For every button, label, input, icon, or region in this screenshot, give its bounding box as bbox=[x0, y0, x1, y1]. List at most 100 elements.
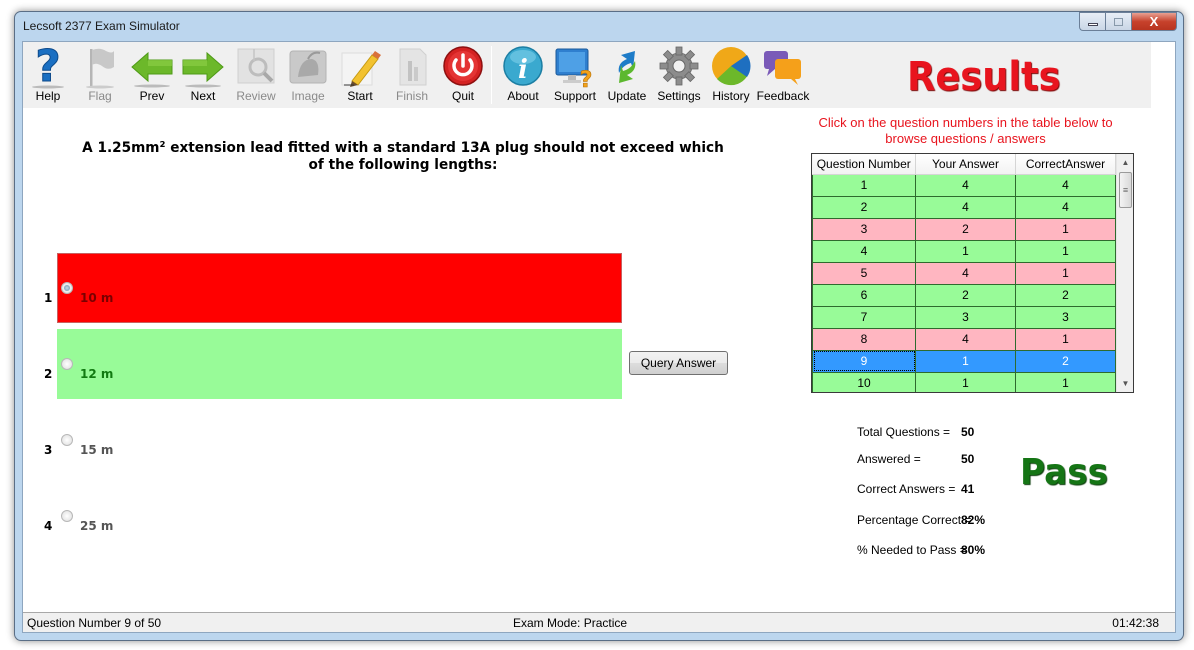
feedback-button[interactable]: Feedback bbox=[757, 45, 809, 105]
option-2-text[interactable]: 12 m bbox=[80, 367, 113, 381]
cell-correct-answer[interactable]: 3 bbox=[1015, 305, 1116, 329]
option-1-radio[interactable] bbox=[61, 282, 73, 294]
cell-question-number[interactable]: 2 bbox=[812, 195, 916, 219]
scroll-up-arrow-icon[interactable]: ▲ bbox=[1117, 154, 1133, 171]
table-row[interactable]: 321 bbox=[812, 217, 1116, 241]
option-2-highlight bbox=[57, 329, 622, 399]
option-3-radio[interactable] bbox=[61, 434, 73, 446]
results-table: Question Number Your Answer CorrectAnswe… bbox=[811, 153, 1134, 393]
stat-total-questions-value: 50 bbox=[961, 425, 975, 439]
quit-button[interactable]: Quit bbox=[438, 45, 488, 105]
prev-button[interactable]: Prev bbox=[127, 45, 177, 105]
cell-correct-answer[interactable]: 1 bbox=[1015, 217, 1116, 241]
next-label: Next bbox=[190, 89, 216, 103]
toolbar-separator bbox=[491, 46, 492, 104]
stat-needed-to-pass-label: % Needed to Pass = bbox=[857, 543, 967, 557]
option-3-number: 3 bbox=[44, 443, 53, 457]
cell-your-answer[interactable]: 1 bbox=[915, 349, 1016, 373]
cell-correct-answer[interactable]: 1 bbox=[1015, 327, 1116, 351]
cell-correct-answer[interactable]: 1 bbox=[1015, 261, 1116, 285]
cell-correct-answer[interactable]: 1 bbox=[1015, 239, 1116, 263]
cell-question-number[interactable]: 7 bbox=[812, 305, 916, 329]
flag-button[interactable]: Flag bbox=[75, 45, 125, 105]
image-button[interactable]: Image bbox=[283, 45, 333, 105]
close-button[interactable]: X bbox=[1131, 12, 1177, 31]
cell-your-answer[interactable]: 3 bbox=[915, 305, 1016, 329]
finish-button[interactable]: Finish bbox=[387, 45, 437, 105]
start-label: Start bbox=[347, 89, 373, 103]
start-pencil-icon bbox=[338, 45, 382, 89]
settings-button[interactable]: Settings bbox=[654, 45, 704, 105]
option-2-radio[interactable] bbox=[61, 358, 73, 370]
option-4-text[interactable]: 25 m bbox=[80, 519, 113, 533]
query-answer-button[interactable]: Query Answer bbox=[629, 351, 728, 375]
review-button[interactable]: Review bbox=[231, 45, 281, 105]
support-button[interactable]: ? Support bbox=[550, 45, 600, 105]
update-label: Update bbox=[607, 89, 647, 103]
cell-question-number[interactable]: 3 bbox=[812, 217, 916, 241]
scroll-thumb[interactable]: ≡ bbox=[1119, 172, 1132, 208]
cell-correct-answer[interactable]: 4 bbox=[1015, 195, 1116, 219]
cell-your-answer[interactable]: 2 bbox=[915, 283, 1016, 307]
table-row[interactable]: 10 1 1 bbox=[812, 371, 1116, 392]
cell-your-answer[interactable]: 4 bbox=[915, 261, 1016, 285]
column-header-correct-answer[interactable]: CorrectAnswer bbox=[1015, 154, 1116, 175]
svg-text:?: ? bbox=[35, 45, 61, 89]
cell-correct-answer[interactable]: 2 bbox=[1015, 283, 1116, 307]
option-1-text[interactable]: 10 m bbox=[80, 291, 113, 305]
cell-your-answer[interactable]: 1 bbox=[915, 371, 1016, 392]
update-button[interactable]: Update bbox=[602, 45, 652, 105]
about-button[interactable]: i About bbox=[498, 45, 548, 105]
status-bar: Question Number 9 of 50 Exam Mode: Pract… bbox=[23, 612, 1175, 632]
option-3-text[interactable]: 15 m bbox=[80, 443, 113, 457]
cell-your-answer[interactable]: 4 bbox=[915, 173, 1016, 197]
cell-correct-answer[interactable]: 2 bbox=[1015, 349, 1116, 373]
status-question-position: Question Number 9 of 50 bbox=[27, 616, 162, 630]
maximize-icon bbox=[1114, 17, 1123, 26]
minimize-button[interactable] bbox=[1079, 12, 1105, 31]
image-icon bbox=[286, 45, 330, 89]
cell-correct-answer[interactable]: 1 bbox=[1015, 371, 1116, 392]
cell-your-answer[interactable]: 2 bbox=[915, 217, 1016, 241]
results-heading: Results bbox=[907, 54, 1061, 100]
client-area: ? Help Flag Prev Next Review Image Start… bbox=[22, 41, 1176, 633]
cell-question-number[interactable]: 4 bbox=[812, 239, 916, 263]
cell-question-number[interactable]: 8 bbox=[812, 327, 916, 351]
cell-question-number[interactable]: 10 bbox=[812, 371, 916, 392]
window-controls: X bbox=[1079, 12, 1177, 31]
cell-your-answer[interactable]: 4 bbox=[915, 327, 1016, 351]
cell-your-answer[interactable]: 1 bbox=[915, 239, 1016, 263]
cell-question-number[interactable]: 6 bbox=[812, 283, 916, 307]
prev-label: Prev bbox=[139, 89, 165, 103]
history-button[interactable]: History bbox=[706, 45, 756, 105]
stat-percentage-correct-value: 82% bbox=[961, 513, 986, 527]
column-header-question-number[interactable]: Question Number bbox=[812, 154, 916, 175]
image-label: Image bbox=[291, 89, 325, 103]
review-label: Review bbox=[236, 89, 276, 103]
table-row[interactable]: 411 bbox=[812, 239, 1116, 263]
cell-question-number[interactable]: 5 bbox=[812, 261, 916, 285]
cell-question-number[interactable]: 1 bbox=[812, 173, 916, 197]
option-4-radio[interactable] bbox=[61, 510, 73, 522]
table-row[interactable]: 841 bbox=[812, 327, 1116, 351]
cell-your-answer[interactable]: 4 bbox=[915, 195, 1016, 219]
maximize-button[interactable] bbox=[1105, 12, 1131, 31]
table-row[interactable]: 912 bbox=[812, 349, 1116, 373]
table-row[interactable]: 541 bbox=[812, 261, 1116, 285]
help-button[interactable]: ? Help bbox=[23, 45, 73, 105]
cell-correct-answer[interactable]: 4 bbox=[1015, 173, 1116, 197]
title-bar[interactable]: Lecsoft 2377 Exam Simulator X bbox=[15, 12, 1183, 40]
next-button[interactable]: Next bbox=[178, 45, 228, 105]
table-row[interactable]: 144 bbox=[812, 173, 1116, 197]
start-button[interactable]: Start bbox=[335, 45, 385, 105]
table-row[interactable]: 733 bbox=[812, 305, 1116, 329]
column-header-your-answer[interactable]: Your Answer bbox=[915, 154, 1016, 175]
scroll-down-arrow-icon[interactable]: ▼ bbox=[1117, 375, 1133, 392]
table-row[interactable]: 244 bbox=[812, 195, 1116, 219]
support-monitor-icon: ? bbox=[553, 45, 597, 89]
table-scrollbar[interactable]: ▲ ≡ ▼ bbox=[1116, 154, 1133, 392]
about-label: About bbox=[507, 89, 539, 103]
cell-question-number[interactable]: 9 bbox=[812, 349, 916, 373]
minimize-icon bbox=[1087, 23, 1098, 26]
table-row[interactable]: 622 bbox=[812, 283, 1116, 307]
